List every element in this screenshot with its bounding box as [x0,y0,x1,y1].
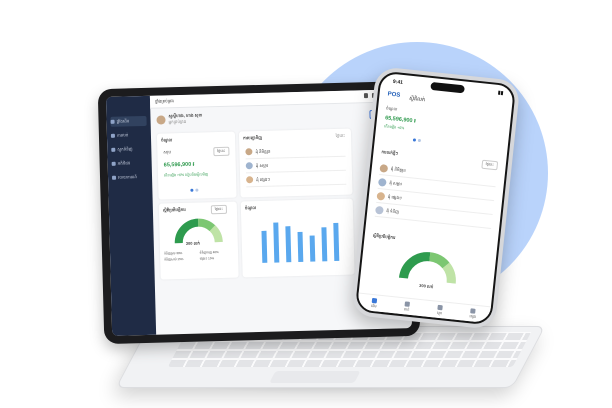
chart-title: ចំណូល [244,205,257,211]
user-role: អ្នកគ្រប់គ្រង [168,118,187,125]
tab-sales[interactable]: លក់ [404,300,411,313]
gauge-card: ស្ថិតិប្រតិបត្តិការ ថ្ងៃនេះ 300 លក់ ទំនិ… [158,201,239,280]
gauge-value: 300 លក់ [185,240,200,246]
avatar [377,177,387,187]
gauge-legend: ទំនិញចូល 30% ទំនិញចេញ 40% ទំនិញសល់ 15% ផ… [163,250,219,262]
bell-icon[interactable] [363,93,369,99]
phone-orders-section: ការលក់ថ្មីៗ ថ្ងៃនេះ ដុំ និមិត្តរុន ដុំ ស… [374,149,499,229]
gauge-period-pill[interactable]: ថ្ងៃនេះ [210,204,228,215]
sales-note: កើនឡើង +6% ធៀបនឹងម្សិលមិញ [163,172,209,178]
phone-orders-list: ដុំ និមិត្តរុន ដុំ សម្ភារ ដុំ ផ្សេងៗ ដុំ… [374,161,497,229]
phone-device: 9:41 ▮▮ POS ស្ថិតិលក់ ចំណូល 65,596,900 ៛… [350,66,521,330]
home-icon [371,297,378,303]
sidebar: ផ្ទាំងដើម ការលក់ ស្តុកទំនិញ អតិថិជន របាយ… [105,95,157,336]
sales-label: សរុប [163,149,172,155]
phone-gauge-section: ស្ថិតិប្រតិបត្តិការ 300 លក់ [368,233,490,296]
avatar [375,205,384,215]
sidebar-item-sales[interactable]: ការលក់ [110,130,147,141]
chart-bar [309,235,316,262]
tab-stock[interactable]: ស្តុក [436,304,443,316]
tab-more[interactable]: ផ្សេង [469,307,477,320]
phone-carousel-dots[interactable] [412,138,500,150]
sales-amount: 65,596,900 ៛ [163,161,195,169]
sidebar-item-stock[interactable]: ស្តុកទំនិញ [111,144,147,155]
phone-title: ស្ថិតិលក់ [408,95,426,104]
sidebar-item-reports[interactable]: របាយការណ៍ [111,172,148,183]
box-icon [111,147,116,152]
cart-icon [404,300,411,307]
chart-bar [333,222,340,262]
avatar [379,163,389,173]
orders-card-title: ការបញ្ជាទិញ [242,134,263,141]
sales-period-pill[interactable]: ថ្ងៃនេះ [213,146,230,157]
page-title: ផ្ទាំងគ្រប់គ្រង [154,98,175,104]
revenue-chart-card: ចំណូល [240,198,355,278]
cart-icon [110,133,115,138]
status-time: 9:41 [392,78,404,86]
avatar [245,148,253,156]
carousel-dots[interactable] [190,188,199,192]
sales-card-title: ចំណូល [161,137,173,143]
avatar [246,176,254,184]
avatar [156,114,166,125]
orders-filter[interactable]: ថ្ងៃនេះ [336,133,346,139]
avatar [245,162,253,170]
chart-bar [321,227,328,262]
sidebar-item-customers[interactable]: អតិថិជន [111,158,148,169]
sales-card: ចំណូល សរុប ថ្ងៃនេះ 65,596,900 ៛ កើនឡើង +… [156,131,237,200]
tab-home[interactable]: ដើម [371,297,378,309]
report-icon [111,175,117,180]
orders-card: ការបញ្ជាទិញ ថ្ងៃនេះ ដុំ និមិត្តរុន ដុំ ស… [238,128,353,198]
chart-bar [285,226,292,263]
phone-screen: 9:41 ▮▮ POS ស្ថិតិលក់ ចំណូល 65,596,900 ៛… [354,70,517,326]
sidebar-item-home[interactable]: ផ្ទាំងដើម [110,115,147,127]
more-icon [470,307,477,314]
battery-icon: ▮▮ [497,89,504,97]
phone-gauge-chart [398,252,456,284]
users-icon [111,161,116,166]
phone-sales-section: ចំណូល 65,596,900 ៛ កើនឡើង +6% [383,105,503,150]
box-icon [437,304,443,310]
pos-logo: POS [387,91,401,99]
phone-orders-pill[interactable]: ថ្ងៃនេះ [481,159,499,171]
chart-bar [261,230,268,263]
orders-list: ដុំ និមិត្តរុន ដុំ សម្ភារ ដុំ ផ្សេងៗ [245,142,347,188]
home-icon [110,119,115,124]
list-item[interactable]: ដុំ ផ្សេងៗ [245,170,347,188]
gauge-card-title: ស្ថិតិប្រតិបត្តិការ [162,206,186,213]
status-bar: 9:41 ▮▮ [393,79,504,97]
avatar [376,191,386,201]
phone-orders-title: ការលក់ថ្មីៗ [381,149,399,156]
trackpad [269,371,361,383]
chart-bar [273,222,280,263]
chart-bar [297,231,304,262]
